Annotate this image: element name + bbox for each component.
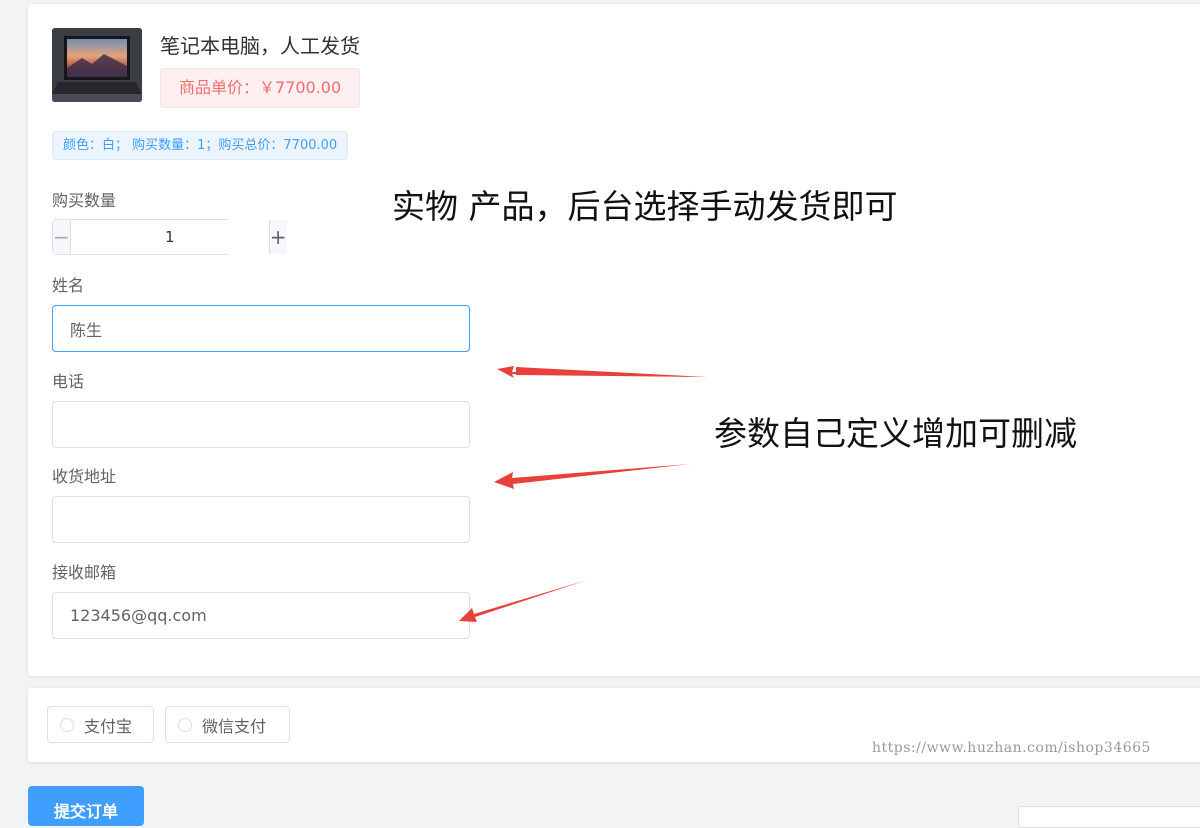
quantity-label: 购买数量 <box>52 191 117 210</box>
params-annotation: 参数自己定义增加可删减 <box>714 414 1077 453</box>
name-field[interactable] <box>52 305 470 352</box>
alipay-option[interactable]: 支付宝 <box>47 706 154 743</box>
email-label: 接收邮箱 <box>52 563 117 582</box>
shipping-annotation: 实物 产品，后台选择手动发货即可 <box>392 187 898 226</box>
address-label: 收货地址 <box>52 467 117 486</box>
phone-field[interactable] <box>52 401 470 448</box>
wechat-pay-label: 微信支付 <box>202 716 267 736</box>
product-title: 笔记本电脑，人工发货 <box>160 34 360 58</box>
decrease-button[interactable]: − <box>53 220 71 254</box>
phone-label: 电话 <box>52 372 85 391</box>
email-field[interactable] <box>52 592 470 639</box>
name-label: 姓名 <box>52 276 85 295</box>
wechat-pay-option[interactable]: 微信支付 <box>165 706 290 743</box>
alipay-radio-icon[interactable] <box>60 717 74 732</box>
laptop-product-image <box>52 28 142 102</box>
address-field[interactable] <box>52 496 470 543</box>
alipay-label: 支付宝 <box>84 716 133 736</box>
submit-order-button[interactable]: 提交订单 <box>28 786 144 826</box>
increase-button[interactable]: + <box>268 220 287 254</box>
unit-price-tag: 商品单价：￥7700.00 <box>160 68 361 108</box>
secondary-button[interactable] <box>1018 806 1200 828</box>
quantity-stepper: − + <box>52 219 287 255</box>
watermark-text: https://www.huzhan.com/ishop34665 <box>872 740 1151 756</box>
product-card: 笔记本电脑，人工发货 商品单价：￥7700.00 颜色：白； 购买数量：1；购买… <box>28 4 1200 676</box>
quantity-input[interactable] <box>70 220 269 254</box>
order-summary-tag: 颜色：白； 购买数量：1；购买总价：7700.00 <box>52 131 349 160</box>
wechat-radio-icon[interactable] <box>178 717 192 732</box>
